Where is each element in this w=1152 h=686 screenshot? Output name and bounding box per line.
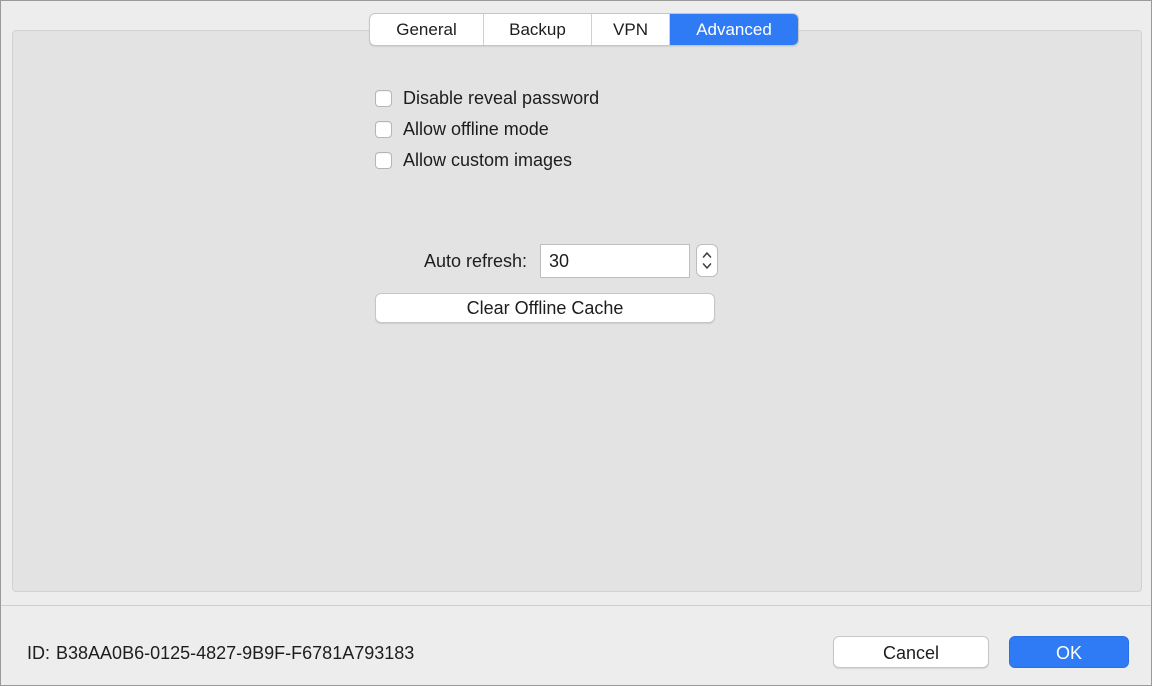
installation-id: ID: B38AA0B6-0125-4827-9B9F-F6781A793183 xyxy=(27,643,420,664)
id-label: ID: xyxy=(27,643,51,663)
disable-reveal-password-label: Disable reveal password xyxy=(403,87,600,108)
disable-reveal-password-checkbox[interactable] xyxy=(375,89,392,107)
allow-custom-images-checkbox[interactable] xyxy=(375,151,392,169)
tab-bar: General Backup VPN Advanced xyxy=(369,13,799,46)
cancel-button[interactable]: Cancel xyxy=(833,636,989,668)
option-disable-reveal-password[interactable]: Disable reveal password xyxy=(375,87,599,109)
allow-offline-mode-label: Allow offline mode xyxy=(403,118,549,139)
id-value: B38AA0B6-0125-4827-9B9F-F6781A793183 xyxy=(56,643,415,663)
tab-general[interactable]: General xyxy=(370,14,484,45)
option-allow-custom-images[interactable]: Allow custom images xyxy=(375,149,572,171)
ok-button[interactable]: OK xyxy=(1009,636,1129,668)
allow-custom-images-label: Allow custom images xyxy=(403,149,573,170)
clear-offline-cache-button[interactable]: Clear Offline Cache xyxy=(375,293,715,323)
stepper-arrows-icon[interactable] xyxy=(696,244,718,277)
allow-offline-mode-checkbox[interactable] xyxy=(375,120,392,138)
tab-advanced[interactable]: Advanced xyxy=(670,14,798,45)
option-allow-offline-mode[interactable]: Allow offline mode xyxy=(375,118,549,140)
tab-backup[interactable]: Backup xyxy=(484,14,592,45)
auto-refresh-label: Auto refresh: xyxy=(423,251,527,271)
footer-divider xyxy=(1,605,1151,606)
auto-refresh-input[interactable] xyxy=(540,244,690,278)
preferences-window: General Backup VPN Advanced Disable reve… xyxy=(0,0,1152,686)
tab-vpn[interactable]: VPN xyxy=(592,14,670,45)
